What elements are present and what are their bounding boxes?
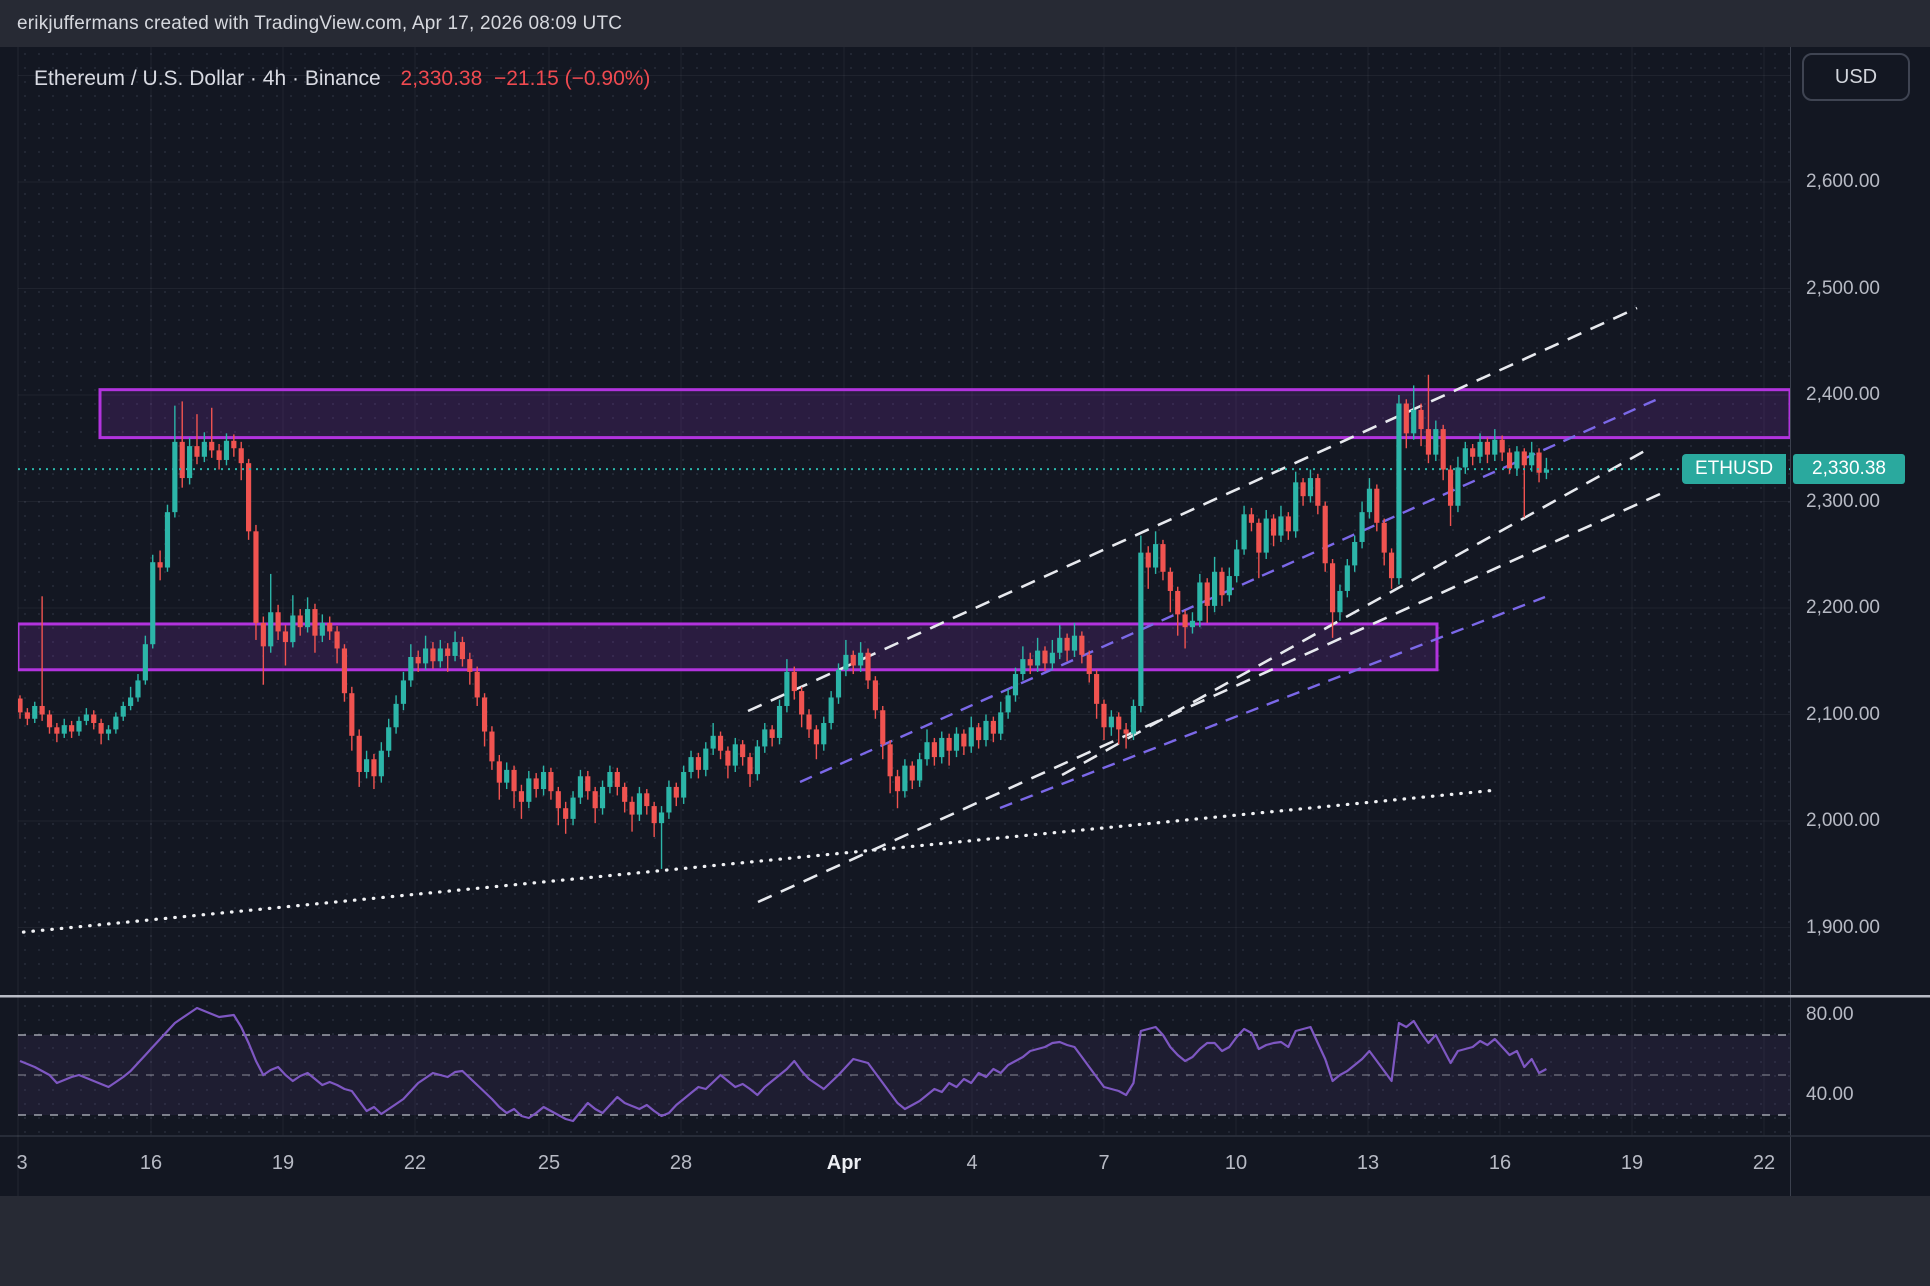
time-label-13: 13 <box>1357 1152 1379 1175</box>
price-label-2500: 2,500.00 <box>1806 278 1880 300</box>
price-label-2100: 2,100.00 <box>1806 704 1880 726</box>
symbol-price-tag: ETHUSD <box>1682 454 1786 484</box>
symbol-title: Ethereum / U.S. Dollar · 4h · Binance <box>34 67 381 90</box>
tradingview-screenshot: erikjuffermans created with TradingView.… <box>0 0 1930 1286</box>
dotted-trendline[interactable] <box>14 790 1497 933</box>
currency-toggle-button[interactable]: USD <box>1802 53 1910 101</box>
time-label-19: 19 <box>1621 1152 1643 1175</box>
time-label-25: 25 <box>538 1152 560 1175</box>
supply-zone[interactable] <box>100 390 1790 438</box>
time-label-3: 3 <box>16 1152 27 1175</box>
last-price-tag: 2,330.38 <box>1793 454 1905 484</box>
time-label-10: 10 <box>1225 1152 1247 1175</box>
time-label-19: 19 <box>272 1152 294 1175</box>
last-price-quote: 2,330.38 −21.15 (−0.90%) <box>401 67 651 90</box>
trendline-steep[interactable] <box>1062 448 1650 775</box>
pane-separator[interactable] <box>0 995 1930 998</box>
bottom-bar: TradingView <box>0 1196 1930 1286</box>
time-label-16: 16 <box>140 1152 162 1175</box>
time-label-16: 16 <box>1489 1152 1511 1175</box>
time-label-22: 22 <box>1753 1152 1775 1175</box>
time-label-28: 28 <box>670 1152 692 1175</box>
rsi-label-80: 80.00 <box>1806 1004 1854 1026</box>
channel-lower[interactable] <box>758 494 1660 902</box>
chart-canvas[interactable] <box>0 0 1930 1286</box>
price-label-2400: 2,400.00 <box>1806 384 1880 406</box>
price-label-2300: 2,300.00 <box>1806 491 1880 513</box>
rsi-label-40: 40.00 <box>1806 1084 1854 1106</box>
time-label-22: 22 <box>404 1152 426 1175</box>
price-label-2000: 2,000.00 <box>1806 810 1880 832</box>
price-label-2200: 2,200.00 <box>1806 597 1880 619</box>
time-label-4: 4 <box>966 1152 977 1175</box>
symbol-header[interactable]: Ethereum / U.S. Dollar · 4h · Binance 2,… <box>34 67 650 91</box>
time-label-7: 7 <box>1098 1152 1109 1175</box>
time-label-Apr: Apr <box>827 1152 861 1175</box>
price-label-1900: 1,900.00 <box>1806 917 1880 939</box>
price-label-2600: 2,600.00 <box>1806 171 1880 193</box>
demand-zone[interactable] <box>18 624 1437 670</box>
candles[interactable] <box>17 375 1549 869</box>
